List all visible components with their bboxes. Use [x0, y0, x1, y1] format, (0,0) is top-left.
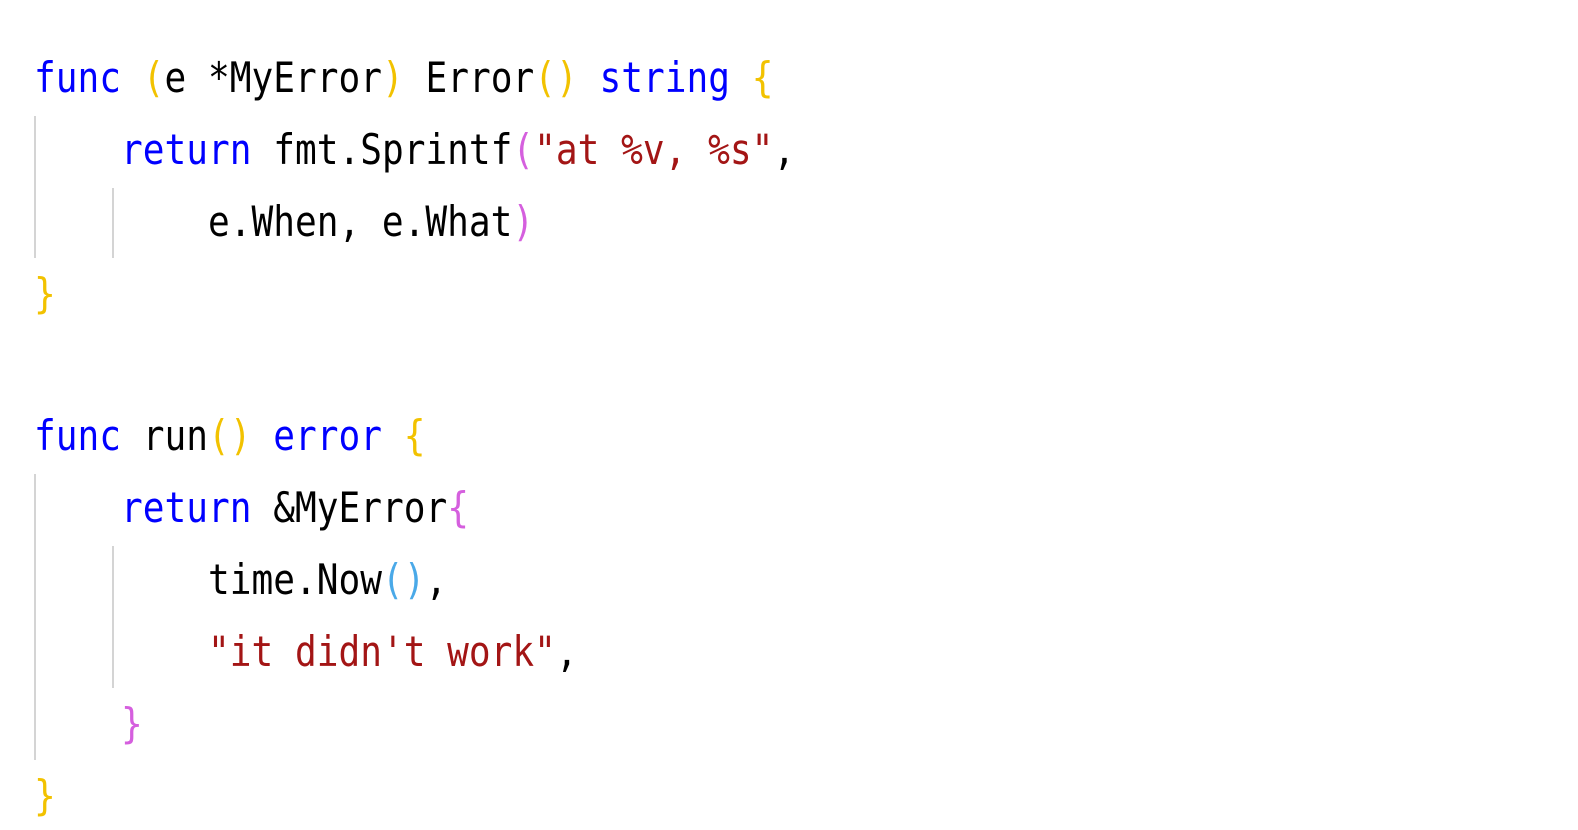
- code-editor[interactable]: func (e *MyError) Error() string { retur…: [0, 0, 1578, 830]
- code-line[interactable]: time.Now(),: [34, 544, 447, 616]
- code-line[interactable]: }: [34, 688, 143, 760]
- code-token: {: [447, 483, 469, 532]
- code-token: (): [534, 53, 578, 102]
- code-token: "at %v, %s": [534, 125, 774, 174]
- code-token: return: [120, 483, 252, 532]
- code-token: (): [381, 555, 426, 604]
- code-line[interactable]: }: [34, 258, 56, 330]
- code-line[interactable]: return fmt.Sprintf("at %v, %s",: [34, 114, 795, 186]
- code-line[interactable]: e.When, e.What): [34, 186, 534, 258]
- code-token: (): [207, 411, 252, 460]
- code-token: ,: [773, 125, 796, 174]
- code-token: func: [34, 411, 121, 460]
- code-token: {: [403, 411, 426, 460]
- code-token: e.When, e.What: [34, 197, 513, 246]
- code-token: }: [34, 771, 56, 820]
- code-line[interactable]: return &MyError{: [34, 472, 469, 544]
- code-token: run: [120, 411, 208, 460]
- code-line[interactable]: func run() error {: [34, 400, 425, 472]
- code-token: Error: [403, 53, 535, 102]
- code-token: }: [120, 699, 143, 748]
- code-token: ): [381, 53, 404, 102]
- code-token: fmt.Sprintf: [251, 125, 513, 174]
- code-token: string: [599, 53, 730, 102]
- code-token: &MyError: [251, 483, 448, 532]
- code-line[interactable]: "it didn't work",: [34, 616, 578, 688]
- code-token: ): [512, 197, 535, 246]
- code-line[interactable]: }: [34, 760, 56, 830]
- code-token: ,: [555, 627, 578, 676]
- code-token: e *MyError: [164, 53, 382, 102]
- code-token: {: [751, 53, 774, 102]
- code-token: (: [512, 125, 535, 174]
- code-line[interactable]: func (e *MyError) Error() string {: [34, 42, 773, 114]
- code-token: }: [34, 269, 56, 318]
- code-token: ,: [425, 555, 448, 604]
- code-token: func: [34, 53, 121, 102]
- code-token: return: [120, 125, 252, 174]
- code-token: time.Now: [34, 555, 382, 604]
- code-token: "it didn't work": [207, 627, 556, 676]
- code-token: (: [142, 53, 165, 102]
- code-token: error: [273, 411, 382, 460]
